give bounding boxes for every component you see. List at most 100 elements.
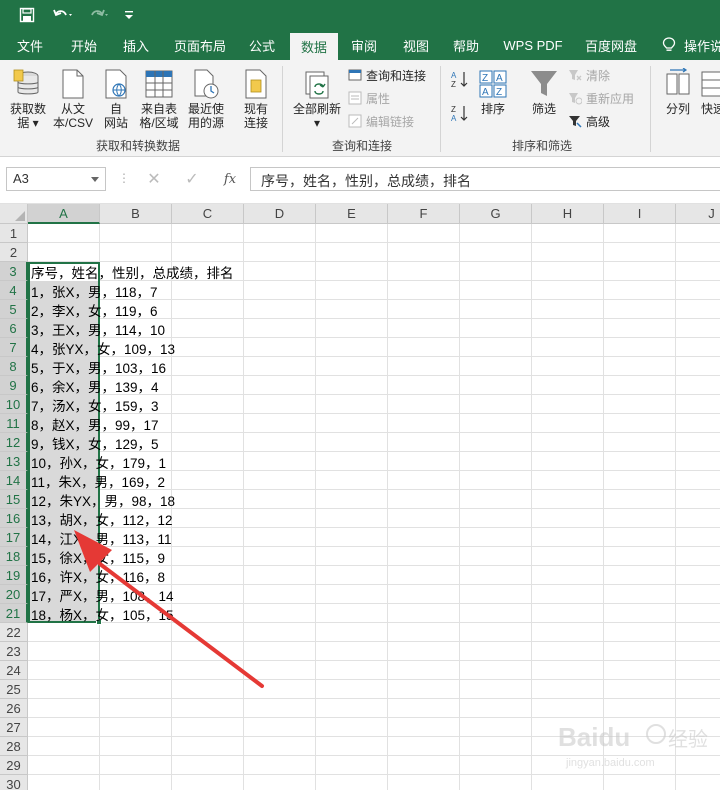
tab-file[interactable]: 文件 [8,30,52,60]
column-header-d[interactable]: D [244,204,316,224]
cell-a20[interactable]: 17，严X，男，108，14 [31,585,174,604]
tab-baidu-netdisk[interactable]: 百度网盘 [576,30,646,60]
row-header-7[interactable]: 7 [0,338,28,357]
row-header-27[interactable]: 27 [0,718,28,737]
row-header-18[interactable]: 18 [0,547,28,566]
sort-descending-button[interactable]: ZA [448,104,472,125]
refresh-all-button[interactable]: 全部刷新 ▾ [290,68,344,130]
sort-button[interactable]: Z A A Z 排序 [476,68,510,116]
cell-a10[interactable]: 7，汤X，女，159，3 [31,395,159,414]
row-header-1[interactable]: 1 [0,224,28,243]
row-header-13[interactable]: 13 [0,452,28,471]
cell-a6[interactable]: 3，王X，男，114，10 [31,319,165,338]
cell-a9[interactable]: 6，余X，男，139，4 [31,376,159,395]
cell-a15[interactable]: 12，朱YX，男，98，18 [31,490,175,509]
text-to-columns-button[interactable]: 分列 [660,68,696,116]
row-header-24[interactable]: 24 [0,661,28,680]
row-header-30[interactable]: 30 [0,775,28,790]
cell-a18[interactable]: 15，徐X，女，115，9 [31,547,165,566]
row-header-11[interactable]: 11 [0,414,28,433]
row-header-12[interactable]: 12 [0,433,28,452]
name-box[interactable]: A3 [6,167,106,191]
formula-input[interactable]: 序号，姓名，性别，总成绩，排名 [250,167,720,191]
row-header-28[interactable]: 28 [0,737,28,756]
properties-button[interactable]: 属性 [348,89,390,107]
tab-insert[interactable]: 插入 [114,30,158,60]
cell-a11[interactable]: 8，赵X，男，99，17 [31,414,159,433]
tab-formulas[interactable]: 公式 [240,30,284,60]
row-header-8[interactable]: 8 [0,357,28,376]
column-header-c[interactable]: C [172,204,244,224]
customize-qat-icon[interactable] [120,0,138,30]
cell-a14[interactable]: 11，朱X，男，169，2 [31,471,165,490]
tab-view[interactable]: 视图 [394,30,438,60]
cell-a4[interactable]: 1，张X，男，118，7 [31,281,158,300]
column-header-h[interactable]: H [532,204,604,224]
filter-button[interactable]: 筛选 [526,68,562,116]
cell-a8[interactable]: 5，于X，男，103，16 [31,357,166,376]
cell-a16[interactable]: 13，胡X，女，112，12 [31,509,173,528]
get-data-button[interactable]: 获取数 据 ▾ [6,68,50,130]
row-header-5[interactable]: 5 [0,300,28,319]
recent-sources-button[interactable]: 最近使 用的源 [184,68,228,130]
cancel-icon[interactable]: ✕ [142,167,166,191]
from-web-button[interactable]: 自 网站 [98,68,134,130]
redo-icon[interactable] [84,0,114,30]
undo-icon[interactable] [48,0,78,30]
row-header-22[interactable]: 22 [0,623,28,642]
tab-page-layout[interactable]: 页面布局 [166,30,234,60]
cell-a21[interactable]: 18，杨X，女，105，15 [31,604,174,623]
cell-a3[interactable]: 序号，姓名，性别，总成绩，排名 [31,262,234,281]
reapply-button[interactable]: 重新应用 [568,89,634,107]
row-header-4[interactable]: 4 [0,281,28,300]
select-all-button[interactable] [0,204,28,224]
from-csv-button[interactable]: 从文 本/CSV [50,68,96,130]
column-header-a[interactable]: A [28,204,100,224]
cell-a12[interactable]: 9，钱X，女，129，5 [31,433,159,452]
row-header-16[interactable]: 16 [0,509,28,528]
tab-help[interactable]: 帮助 [444,30,488,60]
cell-a17[interactable]: 14，江X，男，113，11 [31,528,172,547]
tab-wps-pdf[interactable]: WPS PDF [496,30,570,60]
column-header-f[interactable]: F [388,204,460,224]
column-header-b[interactable]: B [100,204,172,224]
column-header-g[interactable]: G [460,204,532,224]
row-header-25[interactable]: 25 [0,680,28,699]
sort-ascending-button[interactable]: AZ [448,70,472,91]
tab-review[interactable]: 审阅 [342,30,386,60]
cell-a7[interactable]: 4，张YX，女，109，13 [31,338,175,357]
chevron-down-icon[interactable] [91,177,99,182]
from-table-button[interactable]: 来自表 格/区域 [136,68,182,130]
row-header-6[interactable]: 6 [0,319,28,338]
queries-connections-button[interactable]: 查询和连接 [348,66,426,84]
column-header-j[interactable]: J [676,204,720,224]
cell-a13[interactable]: 10，孙X，女，179，1 [31,452,166,471]
tab-data[interactable]: 数据 [290,33,338,60]
advanced-filter-button[interactable]: 高级 [568,112,610,130]
row-header-20[interactable]: 20 [0,585,28,604]
tell-me-search[interactable]: 操作说 [684,30,720,60]
row-header-14[interactable]: 14 [0,471,28,490]
tab-home[interactable]: 开始 [60,30,108,60]
cell-a5[interactable]: 2，李X，女，119，6 [31,300,158,319]
row-header-2[interactable]: 2 [0,243,28,262]
row-header-17[interactable]: 17 [0,528,28,547]
clear-filter-button[interactable]: 清除 [568,66,610,84]
row-header-29[interactable]: 29 [0,756,28,775]
flash-fill-button[interactable]: 快速 [698,68,720,116]
save-icon[interactable] [14,0,40,30]
insert-function-icon[interactable]: fx [220,167,240,191]
row-header-21[interactable]: 21 [0,604,28,623]
column-header-i[interactable]: I [604,204,676,224]
row-header-9[interactable]: 9 [0,376,28,395]
row-header-15[interactable]: 15 [0,490,28,509]
row-header-26[interactable]: 26 [0,699,28,718]
row-header-19[interactable]: 19 [0,566,28,585]
existing-connections-button[interactable]: 现有 连接 [236,68,276,130]
row-header-10[interactable]: 10 [0,395,28,414]
column-header-e[interactable]: E [316,204,388,224]
edit-links-button[interactable]: 编辑链接 [348,112,414,130]
row-header-3[interactable]: 3 [0,262,28,281]
row-header-23[interactable]: 23 [0,642,28,661]
worksheet-grid[interactable]: ABCDEFGHIJ 1 2 3 4 5 6 7 8 9 10 11 12 13 14 15 16 17 18 19… [0,204,720,790]
